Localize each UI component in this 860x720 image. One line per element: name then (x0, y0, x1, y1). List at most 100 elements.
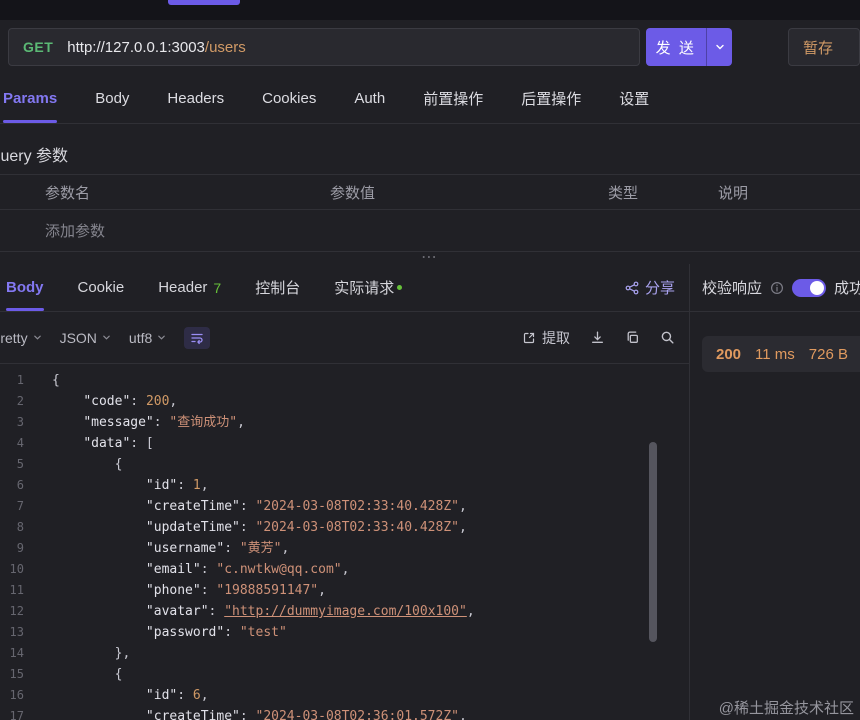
extract-icon (523, 332, 535, 343)
code-line: 15 { (0, 664, 689, 685)
code-token: "c.nwtkw@qq.com" (216, 562, 342, 577)
line-number: 9 (16, 541, 24, 555)
code-token: "查询成功" (169, 415, 238, 430)
tab-post-request[interactable]: 后置操作 (521, 74, 581, 123)
method-selector[interactable]: GET (23, 39, 53, 55)
chevron-down-icon (102, 333, 111, 342)
download-button[interactable] (590, 330, 605, 345)
send-options-caret[interactable] (706, 28, 732, 66)
resp-tab-console[interactable]: 控制台 (255, 264, 300, 311)
code-token: 1 (192, 478, 201, 493)
search-icon (661, 331, 674, 344)
code-token: : (200, 583, 217, 598)
response-left-panel: Body Cookie Header 7 控制台 实际请求 分享 Pretty (0, 264, 690, 720)
line-number: 11 (9, 583, 24, 597)
encoding-dropdown[interactable]: utf8 (129, 330, 166, 346)
url-input[interactable]: GET http://127.0.0.1:3003/users (8, 28, 640, 66)
column-param-description: 说明 (718, 184, 749, 202)
code-token: : (177, 478, 193, 493)
code-line: 11 "phone": "19888591147", (0, 580, 689, 601)
resp-tab-body[interactable]: Body (6, 264, 44, 311)
save-button[interactable]: 暂存 (788, 28, 860, 66)
tab-pre-request[interactable]: 前置操作 (423, 74, 483, 123)
copy-button[interactable] (625, 330, 640, 345)
query-params-section: Query 参数 (0, 124, 860, 174)
code-link[interactable]: "http://dummyimage.com/100x100" (224, 604, 467, 619)
language-dropdown[interactable]: JSON (60, 330, 111, 346)
encoding-dropdown-value: utf8 (128, 329, 153, 346)
search-button[interactable] (660, 330, 675, 345)
tab-cookies[interactable]: Cookies (262, 74, 316, 123)
extract-button[interactable]: 提取 (522, 328, 570, 348)
vertical-scrollbar[interactable] (649, 442, 657, 642)
format-dropdown[interactable]: Pretty (0, 330, 42, 346)
line-number: 8 (16, 520, 24, 534)
status-size: 726 B (808, 345, 848, 363)
code-token: "createTime" (145, 709, 240, 720)
code-token: "code" (83, 394, 131, 409)
code-token: , (341, 562, 350, 577)
code-token: , (459, 520, 467, 535)
code-token: "phone" (145, 583, 201, 598)
validate-response-toggle[interactable] (792, 278, 827, 297)
code-line: 14 }, (0, 643, 689, 664)
line-number: 15 (9, 667, 24, 681)
line-number: 17 (9, 709, 24, 720)
response-tabs: Body Cookie Header 7 控制台 实际请求 分享 (0, 264, 689, 312)
response-body-code[interactable]: 1{2 "code": 200, 3 "message": "查询成功", 4 "d… (0, 364, 689, 720)
code-token: : (208, 604, 225, 619)
line-number: 13 (9, 625, 24, 639)
tab-auth[interactable]: Auth (354, 74, 385, 123)
tab-headers[interactable]: Headers (167, 74, 224, 123)
code-token: "2024-03-08T02:33:40.428Z" (255, 499, 460, 514)
send-button[interactable]: 发 送 (645, 28, 732, 66)
share-button[interactable]: 分享 (625, 277, 675, 298)
line-number: 3 (16, 415, 24, 429)
line-number: 7 (16, 499, 24, 513)
code-token: : (153, 415, 170, 430)
extract-label: 提取 (542, 329, 570, 346)
code-line: 9 "username": "黄芳", (0, 538, 689, 559)
code-token: "test" (239, 625, 287, 640)
line-number: 1 (16, 373, 24, 387)
status-code: 200 (716, 345, 742, 363)
code-token: "password" (145, 625, 225, 640)
resp-tab-header[interactable]: Header 7 (158, 264, 221, 311)
code-token: { (52, 667, 123, 682)
column-param-type: 类型 (608, 184, 639, 202)
query-params-title: Query 参数 (0, 148, 69, 165)
code-token: { (52, 373, 60, 388)
soft-wrap-toggle[interactable] (184, 326, 211, 349)
actual-request-label: 实际请求 (334, 280, 395, 297)
code-token: : (177, 688, 193, 703)
code-line: 7 "createTime": "2024-03-08T02:33:40.428… (0, 496, 689, 517)
resp-tab-cookie[interactable]: Cookie (78, 264, 125, 311)
tab-body[interactable]: Body (95, 74, 129, 123)
chevron-down-icon (715, 44, 724, 50)
code-token: "email" (145, 562, 201, 577)
watermark: @稀土掘金技术社区 (718, 700, 854, 717)
share-icon (625, 281, 639, 294)
send-button-label[interactable]: 发 送 (646, 28, 706, 66)
code-token: "message" (83, 415, 154, 430)
code-token: "avatar" (145, 604, 209, 619)
info-icon[interactable] (770, 281, 784, 295)
code-token: 200 (145, 394, 170, 409)
tab-params[interactable]: Params (3, 74, 58, 123)
url-text[interactable]: http://127.0.0.1:3003/users (67, 39, 245, 56)
tab-settings[interactable]: 设置 (619, 74, 649, 123)
resp-tab-actual-request[interactable]: 实际请求 (334, 264, 403, 311)
request-tabs: Params Body Headers Cookies Auth 前置操作 后置… (0, 74, 860, 124)
line-number: 4 (16, 436, 24, 450)
add-param-row[interactable]: 添加参数 (0, 210, 860, 252)
code-line: 10 "email": "c.nwtkw@qq.com", (0, 559, 689, 580)
panel-splitter-handle[interactable]: ⋯ (0, 250, 860, 266)
line-number: 6 (16, 478, 24, 492)
